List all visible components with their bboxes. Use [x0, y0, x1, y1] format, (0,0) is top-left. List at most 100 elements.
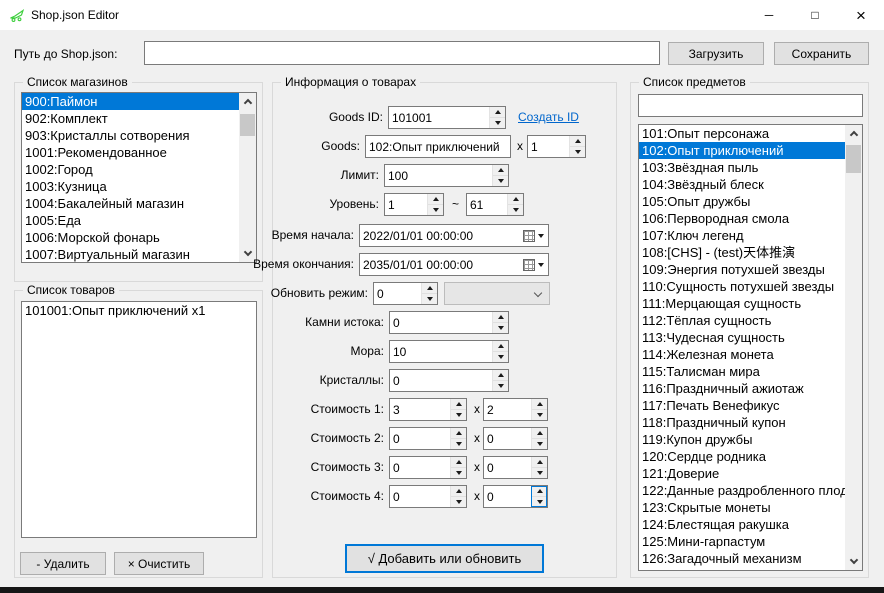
item-list-item[interactable]: 112:Тёплая сущность [639, 312, 845, 329]
spinner-up-button[interactable] [451, 428, 466, 438]
mora-spinner[interactable]: 10 [389, 340, 509, 363]
primogems-spinner[interactable]: 0 [389, 311, 509, 334]
item-list-item[interactable]: 118:Праздничный купон [639, 414, 845, 431]
scroll-up-button[interactable] [845, 125, 862, 142]
spinner-down-button[interactable] [532, 496, 547, 507]
cost2-count-spinner[interactable]: 0 [483, 427, 548, 450]
spinner-down-button[interactable] [493, 322, 508, 333]
item-list-item[interactable]: 114:Железная монета [639, 346, 845, 363]
scroll-thumb[interactable] [846, 145, 861, 173]
scroll-thumb[interactable] [240, 114, 255, 136]
shop-list-item[interactable]: 903:Кристаллы сотворения [22, 127, 239, 144]
create-id-link[interactable]: Создать ID [518, 110, 579, 124]
spinner-up-button[interactable] [508, 194, 523, 204]
spinner-up-button[interactable] [451, 486, 466, 496]
shop-list-item[interactable]: 1003:Кузница [22, 178, 239, 195]
spinner-down-button[interactable] [451, 467, 466, 478]
item-list-item[interactable]: 124:Блестящая ракушка [639, 516, 845, 533]
load-button[interactable]: Загрузить [668, 42, 764, 65]
items-search-input[interactable] [638, 94, 863, 117]
goods-list-item[interactable]: 101001:Опыт приключений x1 [22, 302, 256, 319]
goods-id-spinner[interactable]: 101001 [388, 106, 506, 129]
spinner-down-button[interactable] [451, 496, 466, 507]
spinner-down-button[interactable] [532, 438, 547, 449]
spinner-up-button[interactable] [428, 194, 443, 204]
time-start-picker[interactable]: 2022/01/01 00:00:00 [359, 224, 549, 247]
limit-spinner[interactable]: 100 [384, 164, 509, 187]
crystals-spinner[interactable]: 0 [389, 369, 509, 392]
item-list-item[interactable]: 119:Купон дружбы [639, 431, 845, 448]
cost2-item-spinner[interactable]: 0 [389, 427, 467, 450]
item-list-item[interactable]: 108:[CHS] - (test)天体推演 [639, 244, 845, 261]
item-list-item[interactable]: 123:Скрытые монеты [639, 499, 845, 516]
maximize-button[interactable]: □ [792, 0, 838, 30]
shop-list-item[interactable]: 1005:Еда [22, 212, 239, 229]
items-scrollbar[interactable] [845, 125, 862, 570]
item-list-item[interactable]: 101:Опыт персонажа [639, 125, 845, 142]
dropdown-arrow-icon[interactable] [538, 263, 544, 267]
shops-listbox[interactable]: 900:Паймон902:Комплект903:Кристаллы сотв… [21, 92, 257, 263]
spinner-down-button[interactable] [532, 409, 547, 420]
item-list-item[interactable]: 115:Талисман мира [639, 363, 845, 380]
spinner-down-button[interactable] [493, 380, 508, 391]
item-list-item[interactable]: 107:Ключ легенд [639, 227, 845, 244]
spinner-up-button[interactable] [422, 283, 437, 293]
shop-list-item[interactable]: 1002:Город [22, 161, 239, 178]
spinner-down-button[interactable] [532, 467, 547, 478]
delete-button[interactable]: - Удалить [20, 552, 106, 575]
shop-list-item[interactable]: 1004:Бакалейный магазин [22, 195, 239, 212]
item-list-item[interactable]: 105:Опыт дружбы [639, 193, 845, 210]
spinner-down-button[interactable] [493, 175, 508, 186]
spinner-down-button[interactable] [451, 409, 466, 420]
cost4-count-spinner[interactable]: 0 [483, 485, 548, 508]
item-list-item[interactable]: 120:Сердце родника [639, 448, 845, 465]
shops-scrollbar[interactable] [239, 93, 256, 262]
time-end-picker[interactable]: 2035/01/01 00:00:00 [359, 253, 549, 276]
spinner-down-button[interactable] [493, 351, 508, 362]
item-list-item[interactable]: 109:Энергия потухшей звезды [639, 261, 845, 278]
shop-list-item[interactable]: 1006:Морской фонарь [22, 229, 239, 246]
spinner-up-button[interactable] [532, 486, 547, 496]
spinner-down-button[interactable] [451, 438, 466, 449]
spinner-up-button[interactable] [451, 399, 466, 409]
spinner-down-button[interactable] [508, 204, 523, 215]
shop-list-item[interactable]: 900:Паймон [22, 93, 239, 110]
item-list-item[interactable]: 110:Сущность потухшей звезды [639, 278, 845, 295]
level-to-spinner[interactable]: 61 [466, 193, 524, 216]
item-list-item[interactable]: 125:Мини-гарпастум [639, 533, 845, 550]
minimize-button[interactable]: ─ [746, 0, 792, 30]
item-list-item[interactable]: 102:Опыт приключений [639, 142, 845, 159]
goods-count-spinner[interactable]: 1 [527, 135, 586, 158]
item-list-item[interactable]: 126:Загадочный механизм [639, 550, 845, 567]
goods-listbox[interactable]: 101001:Опыт приключений x1 [21, 301, 257, 538]
spinner-down-button[interactable] [490, 117, 505, 128]
item-list-item[interactable]: 121:Доверие [639, 465, 845, 482]
item-list-item[interactable]: 106:Первородная смола [639, 210, 845, 227]
clear-button[interactable]: × Очистить [114, 552, 204, 575]
spinner-up-button[interactable] [451, 457, 466, 467]
refresh-mode-spinner[interactable]: 0 [373, 282, 438, 305]
spinner-up-button[interactable] [532, 399, 547, 409]
save-button[interactable]: Сохранить [774, 42, 869, 65]
spinner-up-button[interactable] [493, 370, 508, 380]
scroll-down-button[interactable] [845, 553, 862, 570]
close-button[interactable]: × [838, 0, 884, 30]
spinner-down-button[interactable] [428, 204, 443, 215]
item-list-item[interactable]: 111:Мерцающая сущность [639, 295, 845, 312]
shop-list-item[interactable]: 1007:Виртуальный магазин [22, 246, 239, 262]
item-list-item[interactable]: 117:Печать Венефикус [639, 397, 845, 414]
item-list-item[interactable]: 122:Данные раздробленного плода [639, 482, 845, 499]
cost3-count-spinner[interactable]: 0 [483, 456, 548, 479]
items-listbox[interactable]: 101:Опыт персонажа102:Опыт приключений 10… [638, 124, 863, 571]
item-list-item[interactable]: 104:Звёздный блеск [639, 176, 845, 193]
cost4-item-spinner[interactable]: 0 [389, 485, 467, 508]
cost3-item-spinner[interactable]: 0 [389, 456, 467, 479]
spinner-down-button[interactable] [422, 293, 437, 304]
dropdown-arrow-icon[interactable] [538, 234, 544, 238]
cost1-item-spinner[interactable]: 3 [389, 398, 467, 421]
spinner-up-button[interactable] [493, 165, 508, 175]
item-list-item[interactable]: 116:Праздничный ажиотаж [639, 380, 845, 397]
goods-input[interactable] [365, 135, 511, 158]
level-from-spinner[interactable]: 1 [384, 193, 444, 216]
spinner-up-button[interactable] [490, 107, 505, 117]
